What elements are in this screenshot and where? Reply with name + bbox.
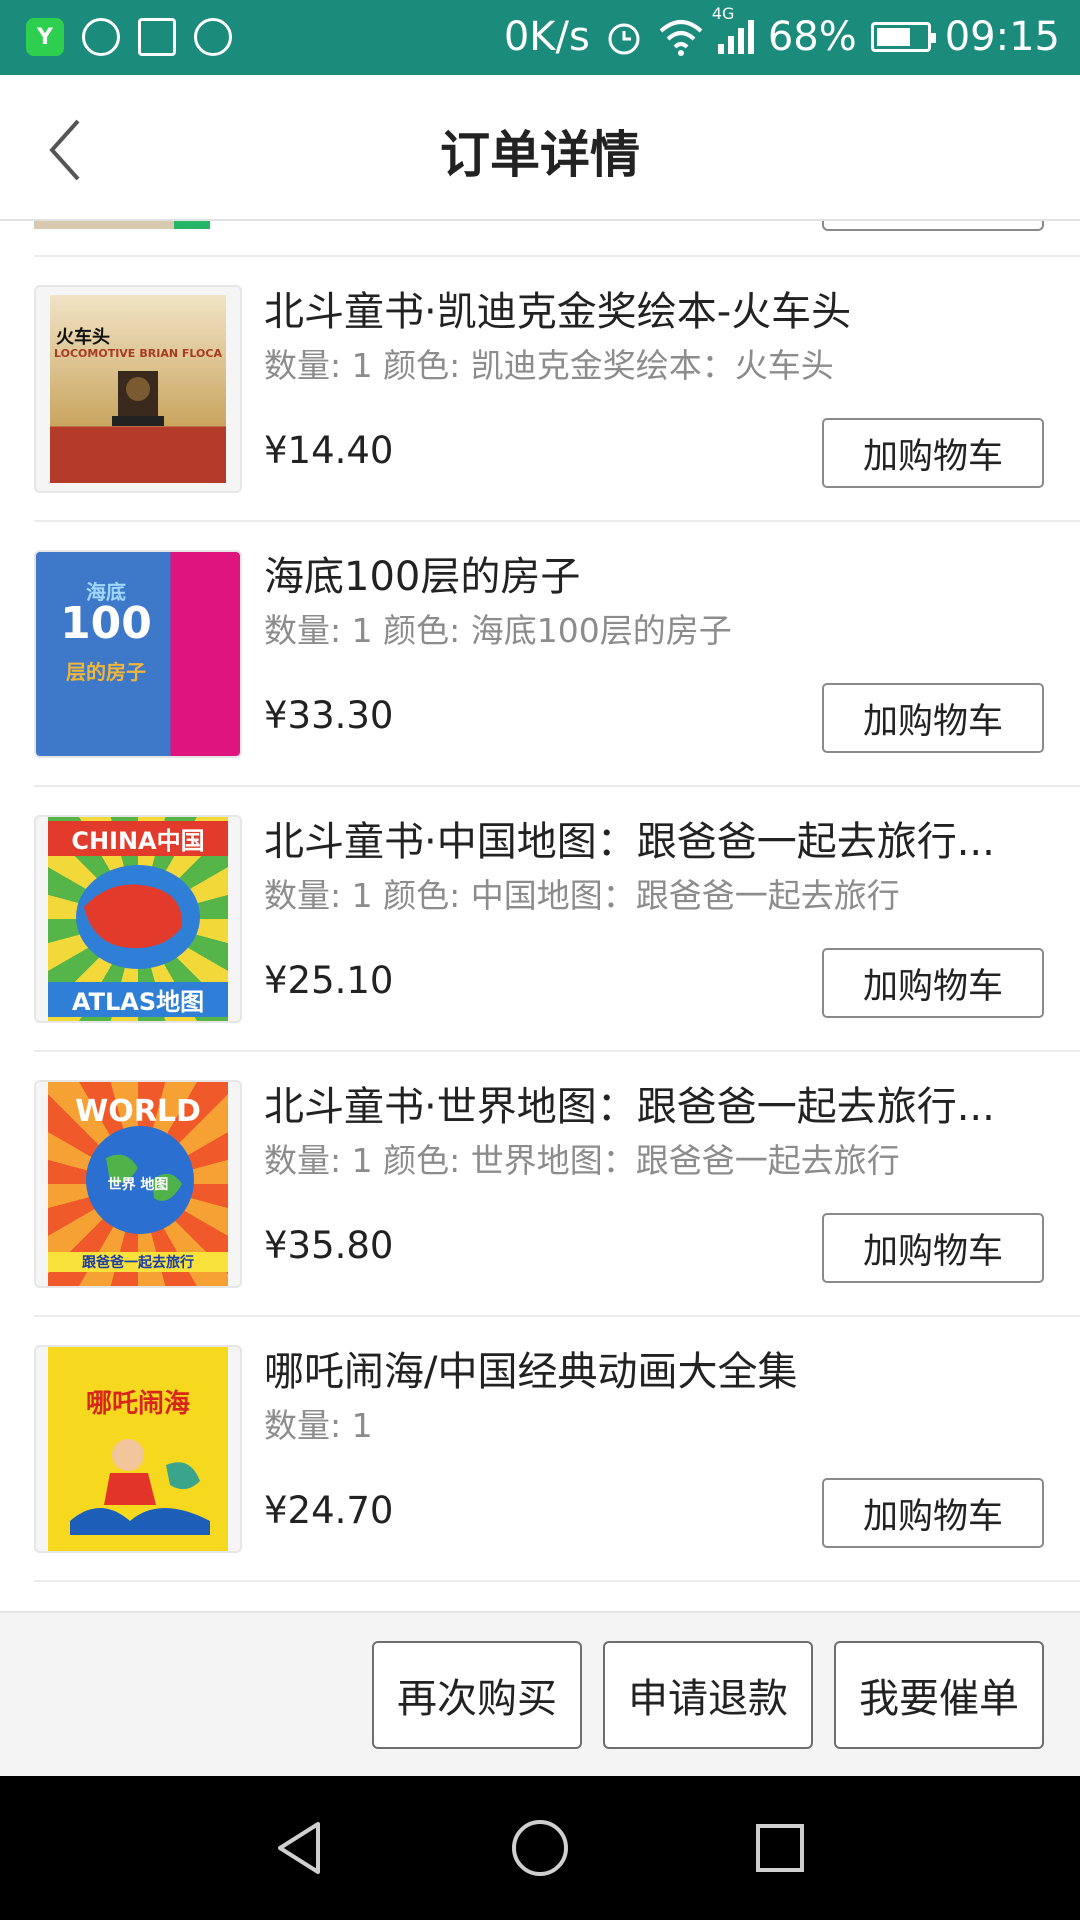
cover-art: CHINA中国 ATLAS地图 — [48, 817, 228, 1021]
nezha-illustration — [70, 1439, 210, 1535]
status-left-icons: Y — [26, 18, 232, 56]
network-type: 4G — [711, 4, 735, 23]
net-speed: 0K/s — [503, 14, 590, 60]
add-to-cart-button[interactable]: 加购物车 — [822, 1478, 1044, 1548]
wechat-icon — [82, 18, 120, 56]
product-price: ¥14.40 — [264, 429, 394, 472]
battery-icon — [870, 22, 936, 52]
product-name[interactable]: 北斗童书·凯迪克金奖绘本-火车头 — [264, 279, 1024, 337]
system-nav-bar — [0, 1776, 1080, 1920]
cover-subtitle: 100 — [60, 598, 152, 649]
partial-cover — [34, 221, 210, 229]
cover-title: WORLD — [75, 1094, 201, 1129]
product-price: ¥25.10 — [264, 959, 394, 1002]
cover-title: CHINA中国 — [48, 821, 228, 856]
cover-author: 跟爸爸一起去旅行 — [48, 1252, 228, 1272]
yz-app-label: Y — [37, 24, 53, 50]
list-item[interactable]: 哪吒闹海 哪吒闹海/中国经典动画大全集 数量: 1 ¥24.70 加购物车 — [0, 1317, 1080, 1582]
product-meta: 数量: 1 颜色: 海底100层的房子 — [264, 611, 732, 650]
page-title: 订单详情 — [440, 126, 640, 184]
product-name[interactable]: 北斗童书·世界地图：跟爸爸一起去旅行... — [264, 1074, 1024, 1132]
product-thumbnail[interactable]: 哪吒闹海 — [34, 1345, 242, 1553]
add-to-cart-button[interactable]: 加购物车 — [822, 418, 1044, 488]
cover-art: 海底 100 层的房子 — [36, 552, 240, 756]
list-item[interactable]: CHINA中国 ATLAS地图 北斗童书·中国地图：跟爸爸一起去旅行... 数量… — [0, 787, 1080, 1052]
product-meta: 数量: 1 颜色: 中国地图：跟爸爸一起去旅行 — [264, 876, 900, 915]
cover-author: BRIAN FLOCA — [139, 347, 222, 360]
train-illustration — [112, 371, 164, 426]
divider — [34, 1580, 1080, 1582]
cover-art: 哪吒闹海 — [48, 1347, 228, 1551]
nav-recents-icon[interactable] — [750, 1818, 810, 1878]
list-item[interactable]: 海底 100 层的房子 海底100层的房子 数量: 1 颜色: 海底100层的房… — [0, 522, 1080, 787]
product-price: ¥33.30 — [264, 694, 394, 737]
add-to-cart-button[interactable]: 加购物车 — [822, 1213, 1044, 1283]
china-map-illustration — [76, 865, 200, 969]
battery-fill — [876, 28, 910, 46]
order-action-bar: 再次购买 申请退款 我要催单 — [0, 1611, 1080, 1776]
nav-home-icon[interactable] — [510, 1818, 570, 1878]
product-name[interactable]: 哪吒闹海/中国经典动画大全集 — [264, 1339, 1024, 1397]
alarm-icon — [608, 23, 640, 55]
order-item-list[interactable]: 火车头 LOCOMOTIVE BRIAN FLOCA 北斗童书·凯迪克金奖绘本-… — [0, 221, 1080, 1611]
add-to-cart-button[interactable]: 加购物车 — [822, 948, 1044, 1018]
product-thumbnail[interactable]: 海底 100 层的房子 — [34, 550, 242, 758]
product-name[interactable]: 北斗童书·中国地图：跟爸爸一起去旅行... — [264, 809, 1024, 867]
add-to-cart-button[interactable]: 加购物车 — [822, 683, 1044, 753]
gallery-icon — [138, 18, 176, 56]
top-app-bar: 订单详情 — [0, 75, 1080, 221]
product-meta: 数量: 1 — [264, 1406, 373, 1445]
cover-subtitle: ATLAS地图 — [48, 982, 228, 1017]
list-item[interactable]: WORLD 世界 地图 跟爸爸一起去旅行 北斗童书·世界地图：跟爸爸一起去旅行.… — [0, 1052, 1080, 1317]
cover-title: 哪吒闹海 — [85, 1389, 190, 1419]
signal-group: 4G — [712, 6, 754, 54]
vpn-icon — [194, 18, 232, 56]
nav-back-icon[interactable] — [270, 1818, 330, 1878]
product-price: ¥35.80 — [264, 1224, 394, 1267]
partial-cart-button[interactable] — [822, 221, 1044, 231]
list-item-partial — [34, 221, 1080, 257]
yz-app-icon: Y — [26, 18, 64, 56]
buy-again-button[interactable]: 再次购买 — [372, 1641, 582, 1749]
product-thumbnail[interactable]: WORLD 世界 地图 跟爸爸一起去旅行 — [34, 1080, 242, 1288]
urge-shipment-button[interactable]: 我要催单 — [834, 1641, 1044, 1749]
cover-author: 层的房子 — [66, 660, 146, 684]
cover-title: 火车头 — [56, 327, 110, 348]
signal-icon — [717, 20, 754, 54]
product-thumbnail[interactable]: CHINA中国 ATLAS地图 — [34, 815, 242, 1023]
product-thumbnail[interactable]: 火车头 LOCOMOTIVE BRIAN FLOCA — [34, 285, 242, 493]
list-item[interactable]: 火车头 LOCOMOTIVE BRIAN FLOCA 北斗童书·凯迪克金奖绘本-… — [0, 257, 1080, 522]
status-right: 0K/s 4G 68% 09:15 — [503, 6, 1060, 62]
wifi-icon — [659, 20, 703, 56]
clock: 09:15 — [944, 14, 1060, 60]
request-refund-button[interactable]: 申请退款 — [603, 1641, 813, 1749]
product-name[interactable]: 海底100层的房子 — [264, 544, 1024, 602]
product-price: ¥24.70 — [264, 1489, 394, 1532]
cover-art: 火车头 LOCOMOTIVE BRIAN FLOCA — [50, 295, 226, 483]
battery-percent: 68% — [767, 14, 857, 60]
product-meta: 数量: 1 颜色: 世界地图：跟爸爸一起去旅行 — [264, 1141, 900, 1180]
status-bar: Y 0K/s 4G 68% 09:15 — [0, 0, 1080, 75]
cover-subtitle: 世界 地图 — [107, 1177, 169, 1193]
cover-art: WORLD 世界 地图 跟爸爸一起去旅行 — [48, 1082, 228, 1286]
product-meta: 数量: 1 颜色: 凯迪克金奖绘本：火车头 — [264, 346, 834, 385]
